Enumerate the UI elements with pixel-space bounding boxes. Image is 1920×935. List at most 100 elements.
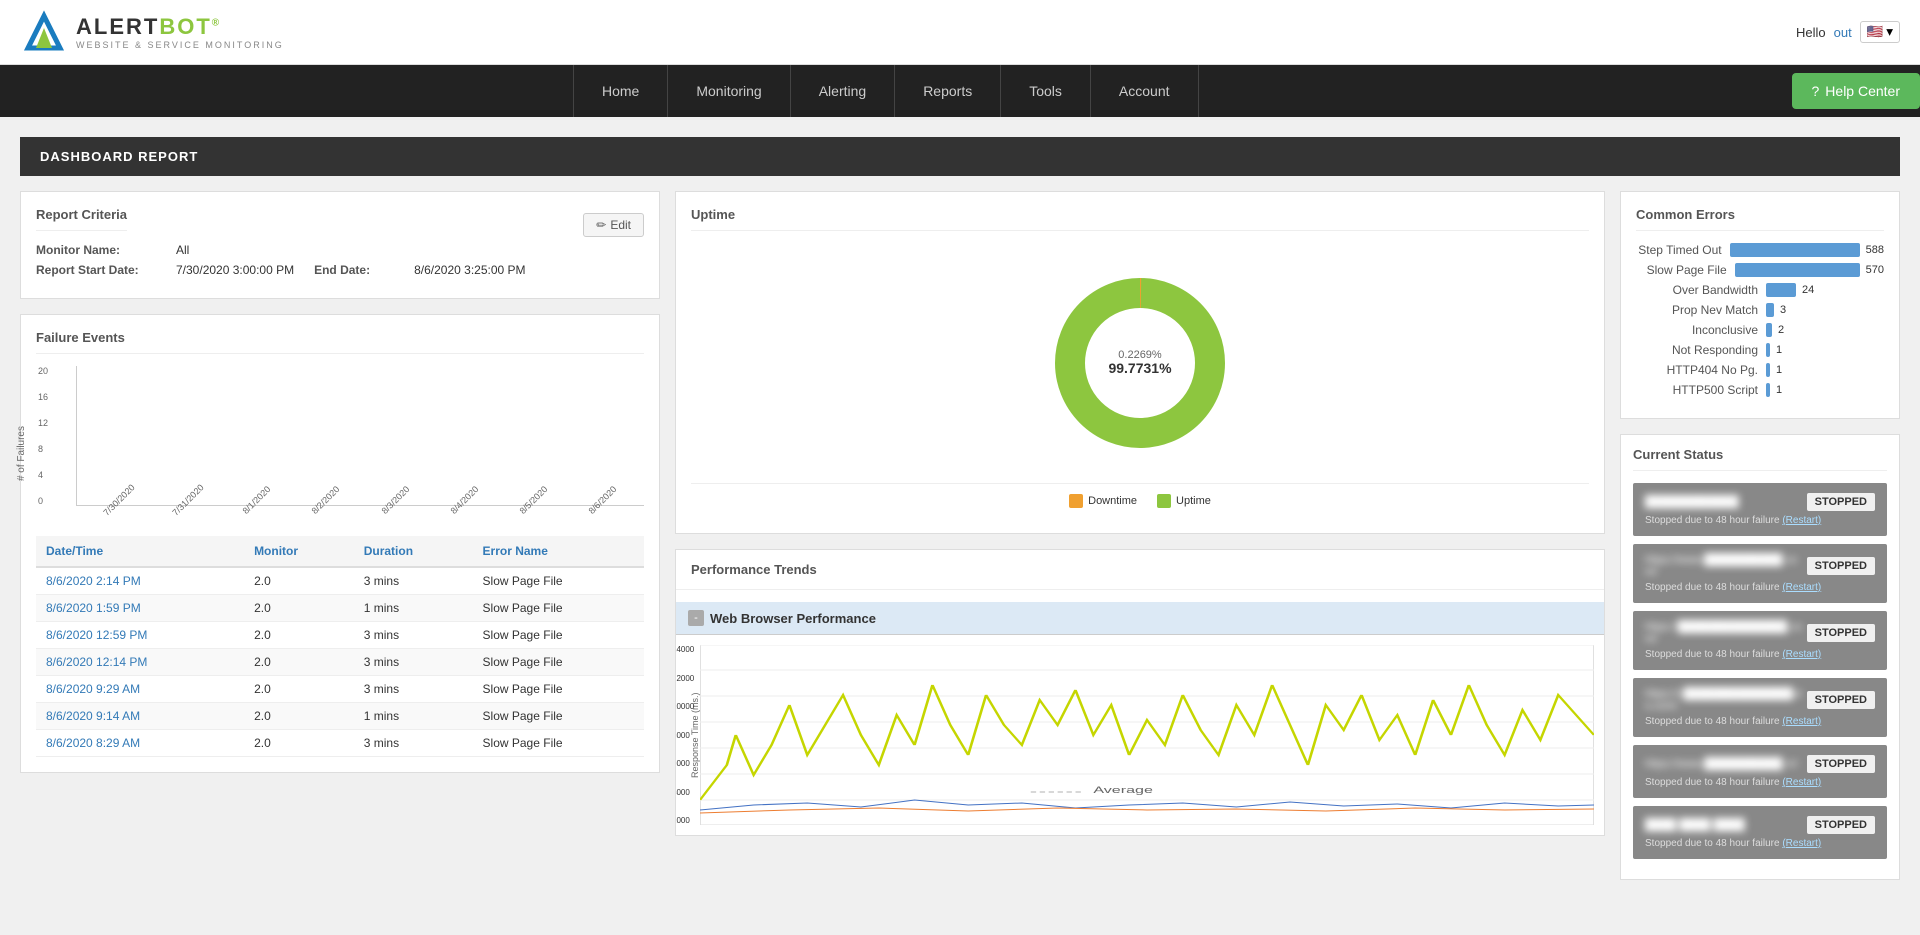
edit-button[interactable]: ✏ Edit <box>583 213 644 237</box>
flag-icon: 🇺🇸 <box>1867 24 1884 40</box>
status-top: ████ ████ ████ STOPPED <box>1645 816 1875 834</box>
error-count: 1 <box>1776 364 1782 376</box>
status-item: https://██████████████.com/ STOPPED Stop… <box>1633 611 1887 670</box>
datetime-link[interactable]: 8/6/2020 12:59 PM <box>46 628 147 642</box>
question-icon: ? <box>1812 83 1820 99</box>
collapse-button[interactable]: - <box>688 610 704 626</box>
site-name: https://██████████████.com/ <box>1645 621 1805 645</box>
current-status-panel: Current Status ████████████ STOPPED Stop… <box>1620 434 1900 880</box>
common-errors-panel: Common Errors Step Timed Out 588 Slow Pa… <box>1620 191 1900 419</box>
col-error[interactable]: Error Name <box>473 536 644 567</box>
error-count: 1 <box>1776 384 1782 396</box>
restart-link[interactable]: (Restart) <box>1782 582 1821 593</box>
error-row: Not Responding 1 <box>1636 343 1884 357</box>
hello-link[interactable]: out <box>1834 25 1852 40</box>
error-bar <box>1766 323 1772 337</box>
datetime-link[interactable]: 8/6/2020 2:14 PM <box>46 574 141 588</box>
error-count: 24 <box>1802 284 1814 296</box>
nav-tools[interactable]: Tools <box>1001 65 1091 117</box>
bar-item: 8/4/2020 <box>433 491 496 505</box>
restart-link[interactable]: (Restart) <box>1782 649 1821 660</box>
cell-monitor: 2.0 <box>244 730 354 757</box>
status-sub: Stopped due to 48 hour failure (Restart) <box>1645 515 1875 526</box>
failure-events-title: Failure Events <box>36 330 644 354</box>
cell-error: Slow Page File <box>473 730 644 757</box>
monitor-label: Monitor Name: <box>36 243 156 257</box>
error-row: Over Bandwidth 24 <box>1636 283 1884 297</box>
cell-monitor: 2.0 <box>244 649 354 676</box>
cell-datetime: 8/6/2020 9:14 AM <box>36 703 244 730</box>
cell-monitor: 2.0 <box>244 703 354 730</box>
cell-duration: 3 mins <box>354 730 473 757</box>
cell-datetime: 8/6/2020 9:29 AM <box>36 676 244 703</box>
cell-error: Slow Page File <box>473 676 644 703</box>
error-row: Slow Page File 570 <box>1636 263 1884 277</box>
nav-reports[interactable]: Reports <box>895 65 1001 117</box>
restart-link[interactable]: (Restart) <box>1782 716 1821 727</box>
status-sub: Stopped due to 48 hour failure (Restart) <box>1645 649 1875 660</box>
nav-alerting[interactable]: Alerting <box>791 65 895 117</box>
restart-link[interactable]: (Restart) <box>1782 838 1821 849</box>
left-column: Report Criteria ✏ Edit Monitor Name: All… <box>20 191 660 880</box>
cell-datetime: 8/6/2020 8:29 AM <box>36 730 244 757</box>
status-sub: Stopped due to 48 hour failure (Restart) <box>1645 716 1875 727</box>
datetime-link[interactable]: 8/6/2020 9:14 AM <box>46 709 140 723</box>
common-errors-title: Common Errors <box>1636 207 1884 231</box>
error-bar-wrap: 3 <box>1766 303 1884 317</box>
datetime-link[interactable]: 8/6/2020 9:29 AM <box>46 682 140 696</box>
bar-chart: 7/30/20207/31/20208/1/20208/2/20208/3/20… <box>76 366 644 506</box>
bar-date-label: 8/3/2020 <box>379 484 411 516</box>
status-top: https://www.██████████.com/ STOPPED <box>1645 554 1875 578</box>
status-sub: Stopped due to 48 hour failure (Restart) <box>1645 777 1875 788</box>
status-sub: Stopped due to 48 hour failure (Restart) <box>1645 582 1875 593</box>
logo-icon <box>20 8 68 56</box>
error-count: 1 <box>1776 344 1782 356</box>
status-sub: Stopped due to 48 hour failure (Restart) <box>1645 838 1875 849</box>
col-datetime[interactable]: Date/Time <box>36 536 244 567</box>
cell-monitor: 2.0 <box>244 676 354 703</box>
error-bar <box>1766 383 1770 397</box>
language-selector[interactable]: 🇺🇸 ▾ <box>1860 21 1900 43</box>
datetime-link[interactable]: 8/6/2020 12:14 PM <box>46 655 147 669</box>
cell-monitor: 2.0 <box>244 622 354 649</box>
cell-duration: 1 mins <box>354 703 473 730</box>
col-duration[interactable]: Duration <box>354 536 473 567</box>
table-row: 8/6/2020 1:59 PM 2.0 1 mins Slow Page Fi… <box>36 595 644 622</box>
edit-icon: ✏ <box>596 218 606 232</box>
bar-item: 8/3/2020 <box>364 491 427 505</box>
error-bar <box>1766 303 1774 317</box>
error-count: 2 <box>1778 324 1784 336</box>
datetime-link[interactable]: 8/6/2020 1:59 PM <box>46 601 141 615</box>
date-range-row: Report Start Date: 7/30/2020 3:00:00 PM … <box>36 263 644 277</box>
nav-monitoring[interactable]: Monitoring <box>668 65 790 117</box>
nav-home[interactable]: Home <box>573 65 668 117</box>
bar-item: 8/1/2020 <box>225 491 288 505</box>
error-bar-wrap: 588 <box>1730 243 1884 257</box>
dashboard-title: DASHBOARD REPORT <box>20 137 1900 176</box>
restart-link[interactable]: (Restart) <box>1782 515 1821 526</box>
right-column: Common Errors Step Timed Out 588 Slow Pa… <box>1620 191 1900 880</box>
error-label: HTTP500 Script <box>1636 383 1766 397</box>
uptime-panel: Uptime 0.2269% 99.7731% Do <box>675 191 1605 534</box>
help-center-button[interactable]: ? Help Center <box>1792 73 1920 109</box>
cell-duration: 3 mins <box>354 622 473 649</box>
col-monitor[interactable]: Monitor <box>244 536 354 567</box>
status-block: https://www.██████████.m/ STOPPED Stoppe… <box>1645 755 1875 788</box>
legend-uptime: Uptime <box>1157 494 1211 508</box>
restart-link[interactable]: (Restart) <box>1782 777 1821 788</box>
top-bar: ALERTBOT® WEBSITE & SERVICE MONITORING H… <box>0 0 1920 65</box>
failure-table: Date/Time Monitor Duration Error Name 8/… <box>36 536 644 757</box>
error-label: Step Timed Out <box>1636 243 1730 257</box>
bar-date-label: 8/4/2020 <box>448 484 480 516</box>
cell-monitor: 2.0 <box>244 595 354 622</box>
nav-account[interactable]: Account <box>1091 65 1199 117</box>
uptime-donut: 0.2269% 99.7731% <box>1040 263 1240 463</box>
top-right: Hello out 🇺🇸 ▾ <box>1796 21 1900 43</box>
table-row: 8/6/2020 9:29 AM 2.0 3 mins Slow Page Fi… <box>36 676 644 703</box>
main-grid: Report Criteria ✏ Edit Monitor Name: All… <box>20 191 1900 880</box>
table-row: 8/6/2020 12:14 PM 2.0 3 mins Slow Page F… <box>36 649 644 676</box>
error-label: Over Bandwidth <box>1636 283 1766 297</box>
datetime-link[interactable]: 8/6/2020 8:29 AM <box>46 736 140 750</box>
error-row: Step Timed Out 588 <box>1636 243 1884 257</box>
table-row: 8/6/2020 9:14 AM 2.0 1 mins Slow Page Fi… <box>36 703 644 730</box>
